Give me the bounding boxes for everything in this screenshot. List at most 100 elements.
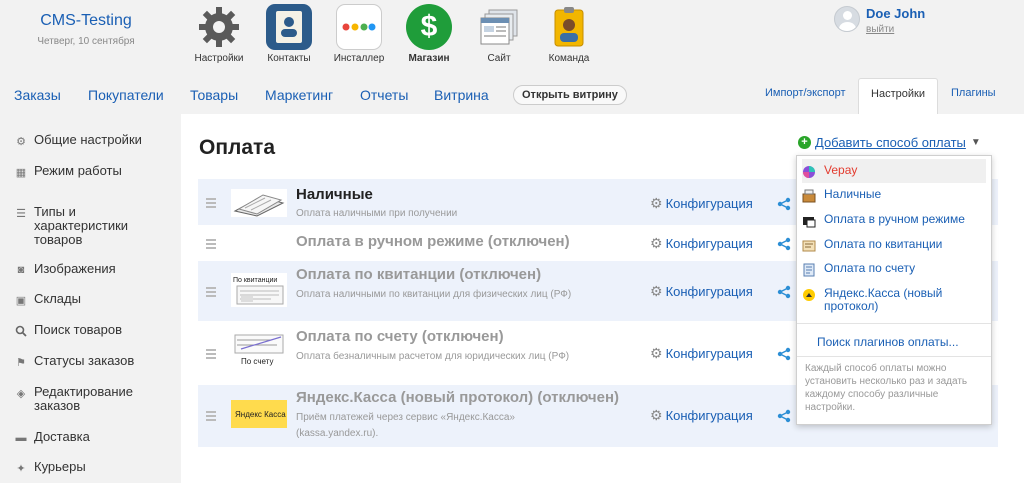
configure-link[interactable]: ⚙ Конфигурация: [650, 195, 753, 212]
sidebar-item-label: Изображения: [34, 261, 116, 276]
sidebar-item-schedule[interactable]: ▦ Режим работы: [14, 164, 154, 179]
tab-settings[interactable]: Настройки: [858, 78, 938, 115]
sidebar-item-label: Общие настройки: [34, 132, 142, 147]
main-nav: Заказы Покупатели Товары Маркетинг Отчет…: [0, 78, 1024, 115]
sidebar-item-warehouses[interactable]: ▣ Склады: [14, 292, 154, 307]
search-payment-plugins-link[interactable]: Поиск плагинов оплаты...: [817, 335, 959, 349]
logout-link[interactable]: выйти: [866, 24, 925, 35]
calendar-icon: ▦: [15, 166, 27, 179]
share-icon[interactable]: [777, 285, 791, 299]
dropdown-item-label: Оплата по квитанции: [824, 237, 943, 251]
sidebar-item-images[interactable]: ◙ Изображения: [14, 262, 154, 277]
app-switcher: Настройки Контакты Инсталлер $ Магазин С…: [184, 4, 604, 64]
nav-marketing[interactable]: Маркетинг: [265, 87, 333, 103]
payment-description: Приём платежей через сервис «Яндекс.Касс…: [296, 412, 515, 439]
nav-customers[interactable]: Покупатели: [88, 87, 164, 103]
configure-link[interactable]: ⚙ Конфигурация: [650, 235, 753, 252]
sidebar-item-shipping[interactable]: ▬ Доставка: [14, 430, 154, 445]
share-icon[interactable]: [777, 409, 791, 423]
nav-products[interactable]: Товары: [190, 87, 238, 103]
gear-icon: [196, 4, 242, 50]
page-title: Оплата: [199, 136, 276, 159]
tab-import-export[interactable]: Импорт/экспорт: [765, 87, 846, 99]
app-contacts[interactable]: Контакты: [254, 4, 324, 64]
installer-dots-icon: [336, 4, 382, 50]
dropdown-item-manual[interactable]: Оплата в ручном режиме: [802, 213, 986, 228]
receipt-logo-text: По квитанции: [233, 277, 277, 284]
configure-link[interactable]: ⚙ Конфигурация: [650, 407, 753, 424]
dropdown-item-receipt[interactable]: Оплата по квитанции: [802, 238, 986, 253]
configure-link[interactable]: ⚙ Конфигурация: [650, 345, 753, 362]
configure-link[interactable]: ⚙ Конфигурация: [650, 283, 753, 300]
camera-icon: ◙: [17, 264, 25, 276]
sidebar-item-label: Статусы заказов: [34, 353, 135, 368]
payment-name: Оплата по счету (отключен): [296, 328, 504, 345]
app-label: Сайт: [487, 53, 511, 64]
avatar[interactable]: [834, 6, 860, 32]
invoice-logo: По счету: [231, 333, 287, 367]
dropdown-item-label: Яндекс.Касса (новый протокол): [824, 286, 943, 313]
sidebar-item-couriers[interactable]: ✦ Курьеры: [14, 460, 154, 475]
drag-handle-icon[interactable]: [206, 411, 216, 423]
nav-reports[interactable]: Отчеты: [360, 87, 408, 103]
tab-plugins[interactable]: Плагины: [951, 87, 996, 99]
drag-handle-icon[interactable]: [206, 239, 216, 251]
sidebar-item-label: Склады: [34, 291, 81, 306]
gear-icon: ⚙: [650, 345, 663, 361]
receipt-logo: По квитанции: [231, 273, 287, 307]
nav-orders[interactable]: Заказы: [14, 87, 61, 103]
sidebar-item-general[interactable]: ⚙ Общие настройки: [14, 133, 154, 148]
drag-handle-icon[interactable]: [206, 287, 216, 299]
payment-name: Наличные: [296, 186, 373, 203]
configure-label: Конфигурация: [665, 284, 753, 299]
app-team[interactable]: Команда: [534, 4, 604, 64]
user-name[interactable]: Doe John: [866, 6, 925, 21]
brand-name[interactable]: CMS-Testing: [0, 12, 172, 30]
box-icon: ▣: [15, 294, 27, 307]
drag-handle-icon[interactable]: [206, 349, 216, 361]
app-installer[interactable]: Инсталлер: [324, 4, 394, 64]
app-label: Контакты: [267, 53, 311, 64]
sidebar-item-label: Типы и характеристики товаров: [34, 204, 129, 247]
user-info: Doe John выйти: [866, 6, 925, 35]
share-icon[interactable]: [777, 197, 791, 211]
manual-payment-icon: [803, 217, 816, 228]
open-storefront-button[interactable]: Открыть витрину: [513, 85, 627, 105]
payment-name: Оплата в ручном режиме (отключен): [296, 233, 570, 250]
dropdown-item-label: Наличные: [824, 187, 882, 201]
cash-logo: [231, 189, 287, 217]
dropdown-item-vepay[interactable]: Vepay: [802, 159, 986, 183]
sidebar-item-label: Доставка: [34, 429, 90, 444]
divider: [797, 356, 991, 357]
settings-pair-icon: ⚙: [16, 135, 26, 148]
share-icon[interactable]: [777, 347, 791, 361]
invoice-logo-text: По счету: [241, 357, 273, 366]
payment-name: Оплата по квитанции (отключен): [296, 266, 542, 283]
configure-label: Конфигурация: [665, 346, 753, 361]
dropdown-item-cash[interactable]: Наличные: [802, 188, 986, 203]
share-icon[interactable]: [777, 237, 791, 251]
sidebar-item-order-statuses[interactable]: ⚑ Статусы заказов: [14, 354, 154, 369]
dropdown-item-yandex-kassa[interactable]: Яндекс.Касса (новый протокол): [802, 287, 986, 313]
current-date: Четверг, 10 сентября: [37, 36, 135, 47]
dropdown-item-label: Vepay: [824, 163, 858, 177]
cash-register-icon: [802, 189, 816, 203]
sidebar-item-product-types[interactable]: ☰ Типы и характеристики товаров: [14, 205, 154, 247]
drag-handle-icon[interactable]: [206, 198, 216, 210]
add-payment-method-button[interactable]: + Добавить способ оплаты ▼: [798, 135, 981, 150]
dropdown-item-invoice[interactable]: Оплата по счету: [802, 262, 986, 277]
list-icon: ☰: [16, 207, 26, 220]
sidebar-item-search[interactable]: Поиск товаров: [14, 323, 154, 338]
app-settings[interactable]: Настройки: [184, 4, 254, 64]
sidebar-item-order-editing[interactable]: ◈ Редактирование заказов: [14, 385, 154, 413]
app-shop[interactable]: $ Магазин: [394, 4, 464, 64]
payment-name: Яндекс.Касса (новый протокол) (отключен): [296, 389, 620, 406]
app-label: Инсталлер: [333, 53, 385, 64]
gear-icon: ⚙: [650, 407, 663, 423]
nav-storefront[interactable]: Витрина: [434, 87, 489, 103]
plus-icon: +: [798, 136, 811, 149]
dollar-icon: $: [406, 4, 452, 50]
truck-icon: ▬: [15, 432, 27, 444]
app-site[interactable]: Сайт: [464, 4, 534, 64]
sidebar-item-label: Режим работы: [34, 163, 122, 178]
